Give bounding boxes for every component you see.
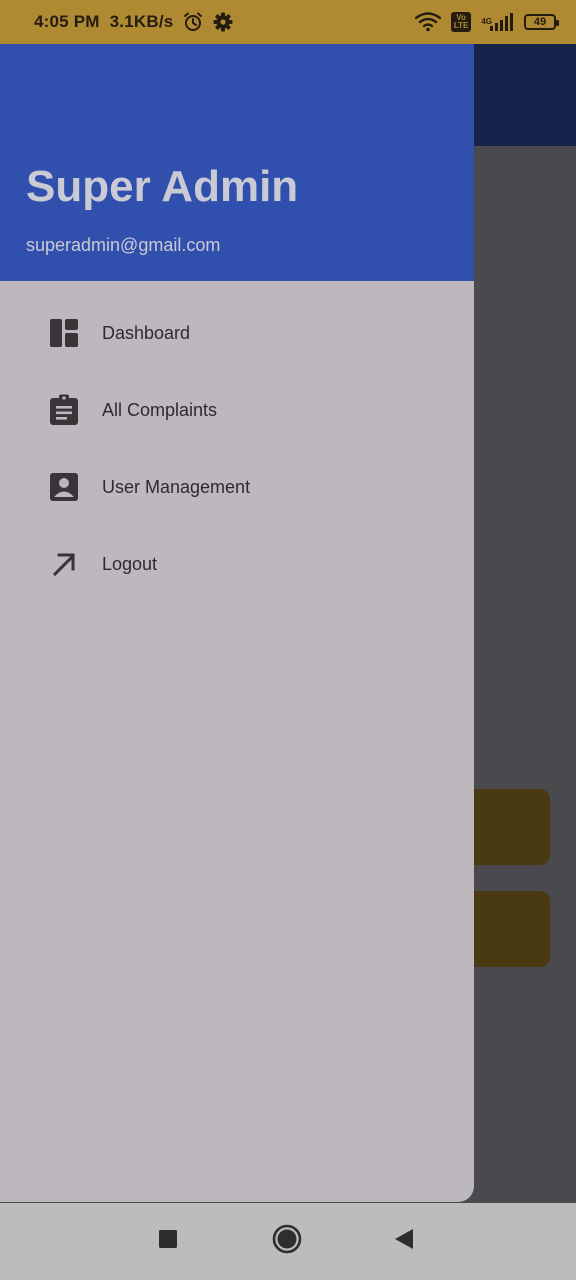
drawer-user-name: Super Admin [26, 162, 299, 211]
status-right: Vo LTE 4G 49 [414, 12, 559, 32]
screen: 4:05 PM 3.1KB/s Vo LTE 4G 49 Super Admin… [0, 0, 576, 1280]
dashboard-icon [48, 317, 80, 349]
arrow-up-right-icon [48, 548, 80, 580]
battery-icon: 49 [524, 14, 559, 30]
settings-gear-icon [213, 12, 233, 32]
menu-item-logout[interactable]: Logout [0, 534, 474, 594]
wifi-icon [414, 12, 441, 32]
home-icon [272, 1224, 302, 1259]
menu-item-label: Logout [102, 553, 158, 574]
status-time: 4:05 PM [34, 12, 100, 31]
system-navigation-bar [0, 1203, 576, 1280]
back-button[interactable] [386, 1223, 422, 1259]
clipboard-list-icon [48, 394, 80, 426]
recent-apps-icon [158, 1229, 178, 1254]
menu-item-user-management[interactable]: User Management [0, 457, 474, 517]
status-bar: 4:05 PM 3.1KB/s Vo LTE 4G 49 [0, 0, 576, 44]
volte-bottom-label: LTE [453, 21, 469, 30]
drawer-user-email: superadmin@gmail.com [26, 235, 221, 255]
background-card [474, 891, 550, 967]
menu-item-dashboard[interactable]: Dashboard [0, 303, 474, 363]
drawer-header: Super Admin superadmin@gmail.com [0, 44, 474, 281]
recent-apps-button[interactable] [150, 1223, 186, 1259]
back-icon [393, 1228, 415, 1255]
volte-icon: Vo LTE [450, 12, 472, 32]
menu-item-label: User Management [102, 476, 251, 497]
menu-item-all-complaints[interactable]: All Complaints [0, 380, 474, 440]
background-app-bar [474, 44, 576, 146]
alarm-icon [183, 12, 203, 32]
home-button[interactable] [269, 1223, 305, 1259]
status-network-speed: 3.1KB/s [109, 12, 174, 31]
signal-icon: 4G [481, 12, 514, 32]
background-card [474, 789, 550, 865]
menu-item-label: All Complaints [102, 399, 218, 420]
status-left: 4:05 PM 3.1KB/s [34, 12, 233, 32]
navigation-drawer: Super Admin superadmin@gmail.com Dashboa… [0, 44, 474, 1202]
battery-level: 49 [533, 16, 547, 28]
menu-item-label: Dashboard [102, 322, 191, 343]
account-box-icon [48, 471, 80, 503]
